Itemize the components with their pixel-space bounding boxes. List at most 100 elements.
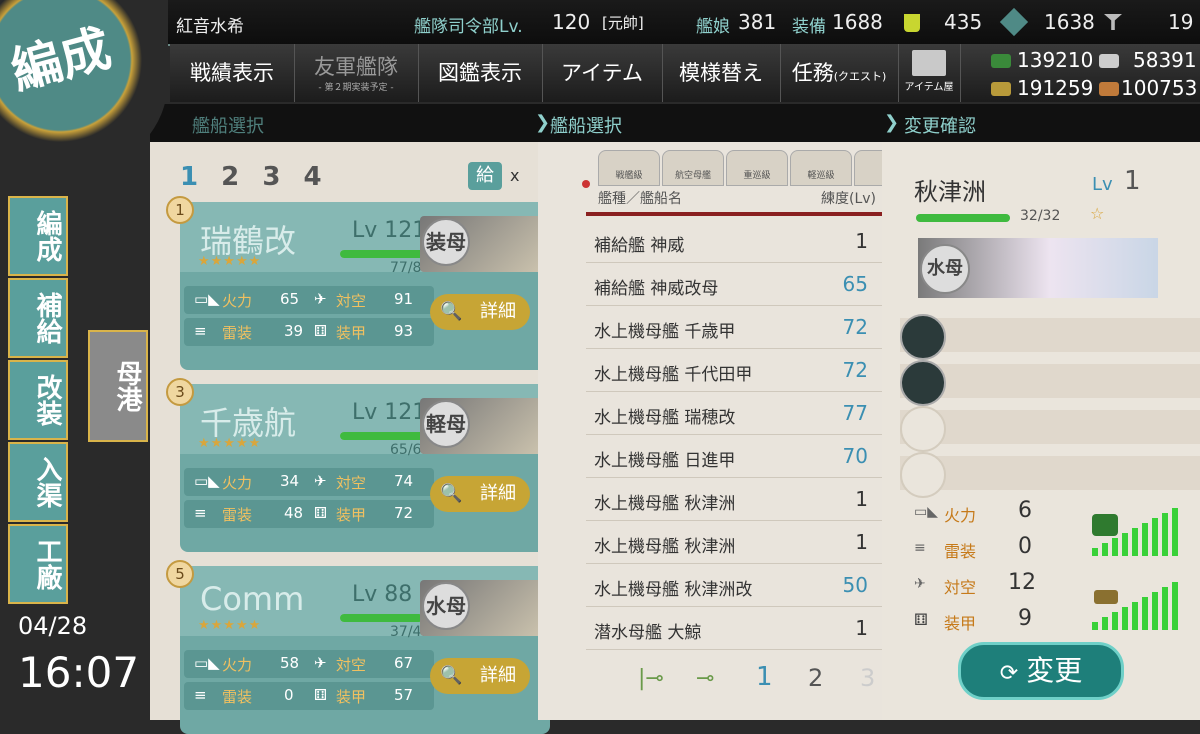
fleet-tab-3[interactable]: 3 (262, 162, 280, 192)
ship-type-tab[interactable]: 軽巡級 (790, 150, 852, 186)
ship-list-row[interactable]: 潜水母艦 大鯨 1 (586, 607, 882, 650)
firepower-label: 火力 (222, 474, 253, 492)
ship-list-row[interactable]: 水上機母艦 秋津洲 1 (586, 521, 882, 564)
ship-type-tab[interactable]: 重巡級 (726, 150, 788, 186)
slot-lv-label-text: Lv (352, 582, 378, 607)
slot-stat-row: ▭◣ 火力 65 ✈ 対空 91 (184, 286, 434, 314)
library-button[interactable]: 図鑑表示 (418, 44, 543, 102)
antiair-icon: ✈ (314, 472, 327, 490)
slot-stat-row: ▭◣ 火力 34 ✈ 対空 74 (184, 468, 434, 496)
gauge-bar (1142, 597, 1148, 630)
star-icon: ☆ (1090, 204, 1105, 223)
screw-icon (1104, 14, 1122, 30)
prev-page-icon[interactable]: ⊸ (696, 666, 714, 691)
row-ship-name: 水上機母艦 秋津洲 (594, 537, 736, 557)
side-nav-button[interactable]: 補給 (8, 278, 68, 358)
slot-number: 3 (166, 378, 194, 406)
port-button[interactable]: 母港 (88, 330, 148, 442)
fleet-tab-4[interactable]: 4 (303, 162, 321, 192)
friend-fleet-button[interactable]: 友軍艦隊 - 第２期実装予定 - (294, 44, 419, 102)
arrow-icon: ❯ (884, 112, 900, 133)
ship-list-row[interactable]: 水上機母艦 秋津洲 1 (586, 478, 882, 521)
slot-lv-label: Lv 88 (352, 582, 412, 607)
interior-button[interactable]: 模様替え (662, 44, 781, 102)
antiair-label: 対空 (944, 578, 977, 597)
row-ship-name: 水上機母艦 秋津洲 (594, 494, 736, 514)
section-right-label: 変更確認 (904, 116, 976, 137)
row-ship-level: 70 (842, 444, 868, 468)
devmat-count: 1638 (1044, 10, 1095, 34)
detail-button[interactable]: 🔍 詳細 (430, 476, 530, 512)
ship-list-row[interactable]: 補給艦 神威 1 (586, 220, 882, 263)
detail-button[interactable]: 🔍 詳細 (430, 294, 530, 330)
ship-list-row[interactable]: 水上機母艦 秋津洲改 50 (586, 564, 882, 607)
ship-list-row[interactable]: 水上機母艦 千代田甲 72 (586, 349, 882, 392)
row-ship-level: 77 (842, 401, 868, 425)
ship-list-row[interactable]: 水上機母艦 千歳甲 72 (586, 306, 882, 349)
selected-hp-bar (916, 214, 1010, 222)
hq-level: 120 (552, 10, 591, 34)
first-page-icon[interactable]: |⊸ (638, 666, 664, 691)
row-ship-level: 50 (842, 573, 868, 597)
interior-label: 模様替え (679, 61, 763, 85)
header-name[interactable]: 艦種／艦船名 (598, 188, 682, 208)
detail-button-label: 詳細 (480, 301, 516, 322)
ship-list-row[interactable]: 水上機母艦 瑞穂改 77 (586, 392, 882, 435)
magnifier-icon: 🔍 (440, 483, 463, 504)
side-nav-button[interactable]: 入渠 (8, 442, 68, 522)
gauge-bar (1152, 518, 1158, 556)
quest-button[interactable]: 任務(クエスト) (780, 44, 899, 102)
armor-icon: ⚅ (314, 322, 328, 340)
side-nav-label: 補給 (32, 292, 62, 344)
gauge-bar (1162, 513, 1168, 556)
antiair-label: 対空 (336, 656, 367, 674)
side-nav-button[interactable]: 工廠 (8, 524, 68, 604)
slot-ship-type: 装母 (422, 218, 470, 266)
gauge-bar (1092, 548, 1098, 556)
side-nav-button[interactable]: 編成 (8, 196, 68, 276)
side-nav-label: 入渠 (32, 456, 62, 508)
antiair-icon: ✈ (314, 654, 327, 672)
fleet-panel: 1 2 3 4 給 x 1 瑞鶴改 Lv 121 ★★★★★ 77/87 装母 … (150, 142, 550, 734)
header-level[interactable]: 練度(Lv) (821, 188, 876, 208)
firepower-value: 6 (1018, 498, 1032, 523)
gauge-bar (1102, 617, 1108, 630)
fuel-value: 139210 (1017, 48, 1094, 72)
page-1[interactable]: 1 (756, 662, 773, 692)
side-nav-button[interactable]: 改装 (8, 360, 68, 440)
page-2[interactable]: 2 (808, 664, 823, 692)
ship-type-tab[interactable]: 戦艦級 (598, 150, 660, 186)
slot-ship-card: 水母 (420, 580, 550, 636)
equip-count: 1688 (832, 10, 883, 34)
supply-button[interactable]: 給 (468, 162, 502, 190)
gauge-bar (1102, 543, 1108, 556)
resources-panel: 139210 58391 191259 100753 (985, 44, 1200, 102)
detail-button[interactable]: 🔍 詳細 (430, 658, 530, 694)
slot-ship-type: 水母 (422, 582, 470, 630)
ship-list-row[interactable]: 水上機母艦 日進甲 70 (586, 435, 882, 478)
page-title-badge: 編成 (0, 0, 168, 170)
ship-type-tab[interactable]: 航空母艦 (662, 150, 724, 186)
armor-value: 93 (394, 322, 414, 340)
fleet-slot[interactable]: 5 Comm Lv 88 ★★★★★ 37/43 水母 ▭◣ 火力 58 ✈ 対… (166, 560, 550, 734)
record-button[interactable]: 戦績表示 (170, 44, 295, 102)
slot-stat-row: ≡ 雷装 0 ⚅ 装甲 57 (184, 682, 434, 710)
torpedo-value: 0 (284, 686, 294, 704)
fleet-slot[interactable]: 3 千歳航 Lv 121 ★★★★★ 65/65 軽母 ▭◣ 火力 34 ✈ 対… (166, 378, 550, 552)
fleet-slot[interactable]: 1 瑞鶴改 Lv 121 ★★★★★ 77/87 装母 ▭◣ 火力 65 ✈ 対… (166, 196, 550, 370)
row-ship-level: 72 (842, 358, 868, 382)
equip-slot-3 (900, 406, 1200, 452)
ship-list-row[interactable]: 補給艦 神威改母 65 (586, 263, 882, 306)
fleet-tab-1[interactable]: 1 (180, 162, 198, 192)
slot-number: 5 (166, 560, 194, 588)
page-3[interactable]: 3 (860, 664, 875, 692)
torpedo-label: 雷装 (944, 542, 977, 561)
firepower-value: 65 (280, 290, 300, 308)
change-button[interactable]: ⟳ 変更 (958, 642, 1124, 700)
fleet-tab-2[interactable]: 2 (221, 162, 239, 192)
shop-button[interactable]: アイテム屋 (898, 44, 961, 102)
equip-slot-2-icon (900, 360, 946, 406)
magnifier-icon: 🔍 (440, 665, 463, 686)
item-button[interactable]: アイテム (542, 44, 663, 102)
slot-stat-row: ≡ 雷装 39 ⚅ 装甲 93 (184, 318, 434, 346)
